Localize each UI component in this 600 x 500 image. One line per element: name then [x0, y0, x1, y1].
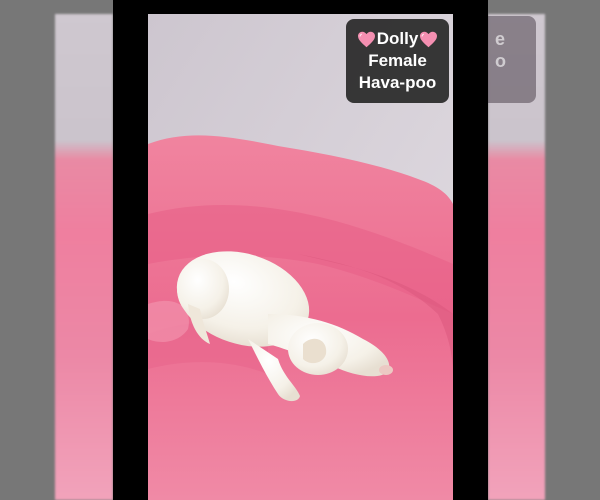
puppy-breed: Hava-poo [358, 73, 437, 92]
blurred-background-left [55, 14, 113, 500]
puppy-name: Dolly [376, 29, 419, 48]
puppy-sex: Female [368, 51, 427, 70]
name-row: Dolly [346, 28, 449, 50]
blurred-label-echo: e o [488, 16, 536, 103]
puppy-info-label: Dolly Female Hava-poo [346, 19, 449, 103]
pink-heart-icon [420, 31, 438, 47]
pink-heart-icon [357, 31, 375, 47]
